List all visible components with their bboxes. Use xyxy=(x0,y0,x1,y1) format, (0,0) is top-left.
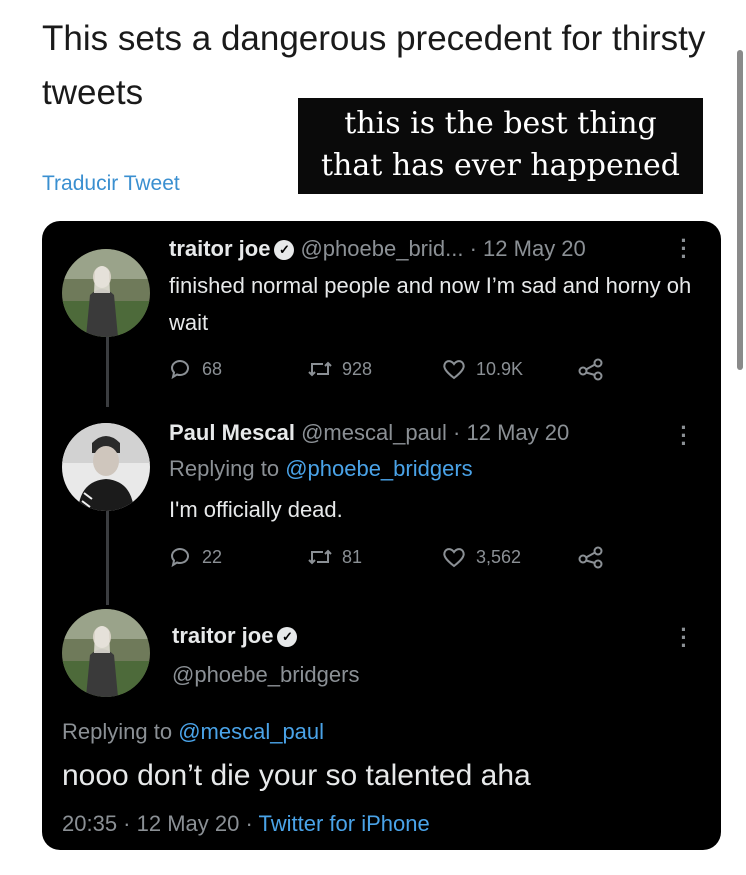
avatar[interactable] xyxy=(62,423,150,511)
reply-count: 68 xyxy=(202,358,223,379)
like-button[interactable]: 10.9K xyxy=(441,357,523,381)
more-options-icon[interactable]: · · · xyxy=(679,619,689,657)
tweet-actions: 68 928 10.9K xyxy=(169,357,689,383)
retweet-count: 928 xyxy=(342,358,373,379)
share-button[interactable] xyxy=(577,357,605,381)
replying-to-handle[interactable]: @mescal_paul xyxy=(178,719,324,744)
display-name[interactable]: traitor joe xyxy=(169,236,270,261)
translate-tweet-link[interactable]: Traducir Tweet xyxy=(42,172,180,196)
retweet-button[interactable]: 81 xyxy=(307,545,362,569)
retweet-icon xyxy=(308,361,332,377)
tweet-text: nooo don’t die your so talented aha xyxy=(62,759,531,792)
tweet-text: finished normal people and now I’m sad a… xyxy=(169,273,692,335)
tweet-header: traitor joe ✓ @phoebe_brid... · 12 May 20 xyxy=(169,236,586,262)
more-options-icon[interactable]: · · · xyxy=(679,230,689,268)
tweet-meta: 20:35 · 12 May 20 · Twitter for iPhone xyxy=(62,811,430,837)
caption-line-1: this is the best thing xyxy=(344,106,657,141)
thread-line xyxy=(106,499,109,605)
reply-icon xyxy=(170,360,189,380)
tweet-header: traitor joe ✓ xyxy=(172,623,303,649)
reply-icon xyxy=(170,548,189,568)
handle[interactable]: @mescal_paul xyxy=(301,420,447,445)
reply-button[interactable]: 22 xyxy=(169,545,222,569)
separator: · xyxy=(117,811,137,836)
tweet-date[interactable]: 12 May 20 xyxy=(467,420,570,445)
like-button[interactable]: 3,562 xyxy=(441,545,521,569)
tweet-actions: 22 81 3,562 xyxy=(169,545,689,571)
like-count: 10.9K xyxy=(476,358,524,379)
like-count: 3,562 xyxy=(476,546,522,567)
caption-line-2: that has ever happened xyxy=(321,148,680,183)
tweet-time[interactable]: 20:35 xyxy=(62,811,117,836)
handle[interactable]: @phoebe_brid... xyxy=(300,236,463,261)
tweet-header: Paul Mescal @mescal_paul · 12 May 20 xyxy=(169,420,569,446)
retweet-button[interactable]: 928 xyxy=(307,357,372,381)
replying-to: Replying to @phoebe_bridgers xyxy=(169,456,473,482)
display-name[interactable]: Paul Mescal xyxy=(169,420,295,445)
caption-overlay: this is the best thing that has ever hap… xyxy=(298,98,703,194)
heart-icon xyxy=(443,548,465,568)
display-name[interactable]: traitor joe xyxy=(172,623,273,648)
tweet-source[interactable]: Twitter for iPhone xyxy=(259,811,430,836)
replying-prefix: Replying to xyxy=(169,456,286,481)
tweet-text: I'm officially dead. xyxy=(169,497,343,522)
tweet-date[interactable]: 12 May 20 xyxy=(137,811,240,836)
scrollbar[interactable] xyxy=(737,50,743,370)
share-icon xyxy=(578,546,603,569)
avatar[interactable] xyxy=(62,609,150,697)
heart-icon xyxy=(443,360,465,380)
share-icon xyxy=(578,358,603,381)
separator: · xyxy=(239,811,259,836)
more-options-icon[interactable]: · · · xyxy=(679,417,689,455)
verified-badge-icon: ✓ xyxy=(277,627,298,647)
reply-button[interactable]: 68 xyxy=(169,357,222,381)
share-button[interactable] xyxy=(577,545,605,569)
avatar[interactable] xyxy=(62,249,150,337)
reply-count: 22 xyxy=(202,546,223,567)
handle[interactable]: @phoebe_bridgers xyxy=(172,662,359,688)
replying-prefix: Replying to xyxy=(62,719,179,744)
embedded-tweet-thread: traitor joe ✓ @phoebe_brid... · 12 May 20 … xyxy=(42,221,721,850)
tweet-date[interactable]: 12 May 20 xyxy=(483,236,586,261)
retweet-count: 81 xyxy=(342,546,363,567)
replying-to-handle[interactable]: @phoebe_bridgers xyxy=(285,456,472,481)
replying-to: Replying to @mescal_paul xyxy=(62,719,324,745)
retweet-icon xyxy=(308,549,332,565)
separator: · xyxy=(446,420,467,445)
verified-badge-icon: ✓ xyxy=(274,240,295,260)
separator: · xyxy=(463,236,484,261)
